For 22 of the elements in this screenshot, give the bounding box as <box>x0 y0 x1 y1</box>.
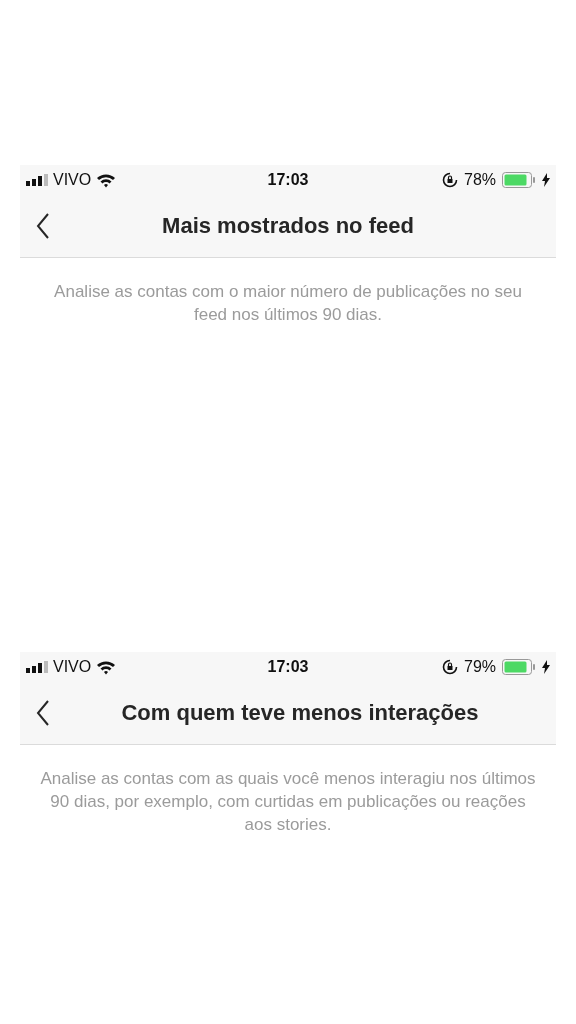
rotation-lock-icon <box>442 172 458 188</box>
battery-percentage: 78% <box>464 171 496 189</box>
charging-icon <box>542 660 550 674</box>
charging-icon <box>542 173 550 187</box>
signal-icon <box>26 661 48 673</box>
description-text: Analise as contas com as quais você menos interagiu nos últimos 90 dias, por exemplo, com curtidas em publicações ou reações aos stories. <box>40 768 536 836</box>
status-time: 17:03 <box>267 658 309 676</box>
signal-icon <box>26 174 48 186</box>
page-title: Com quem teve menos interações <box>120 700 480 726</box>
battery-icon <box>502 172 536 188</box>
chevron-left-icon <box>36 213 50 239</box>
battery-icon <box>502 659 536 675</box>
page-title: Mais mostrados no feed <box>161 213 415 239</box>
status-time: 17:03 <box>267 171 309 189</box>
carrier-name: VIVO <box>53 658 92 676</box>
carrier-name: VIVO <box>53 171 92 189</box>
description-text: Analise as contas com o maior número de publicações no seu feed nos últimos 90 dias. <box>53 281 523 326</box>
wifi-icon <box>96 172 117 188</box>
rotation-lock-icon <box>442 659 458 675</box>
chevron-left-icon <box>36 700 50 726</box>
battery-percentage: 79% <box>464 658 496 676</box>
wifi-icon <box>96 659 117 675</box>
